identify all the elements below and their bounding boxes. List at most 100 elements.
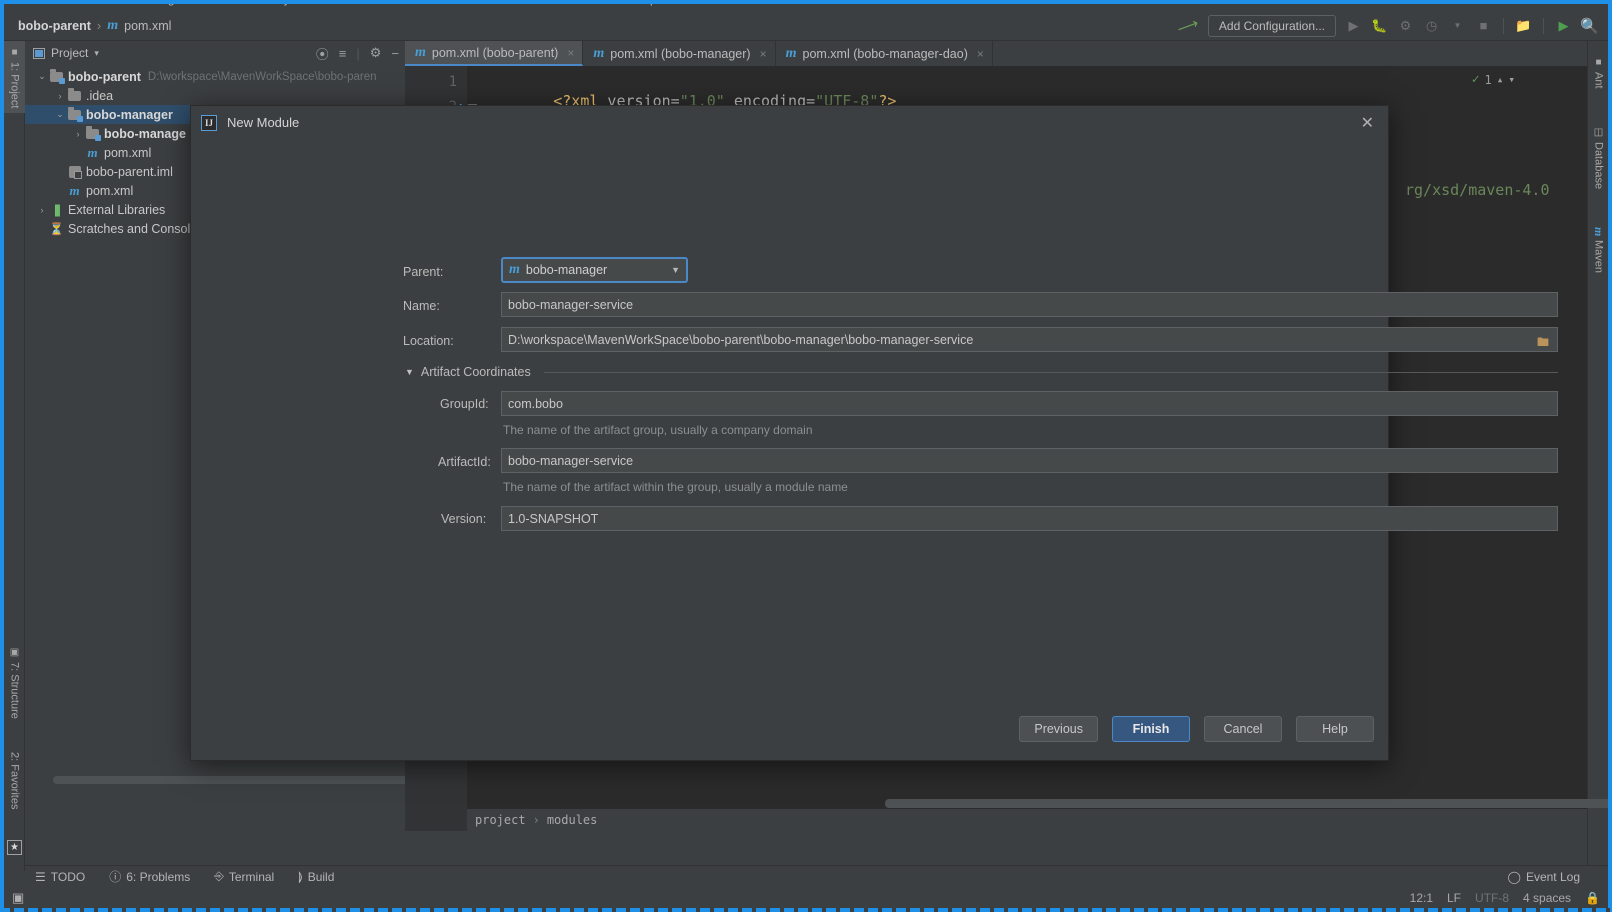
- artifactid-input[interactable]: bobo-manager-service: [501, 448, 1558, 473]
- tree-row-idea[interactable]: › .idea: [25, 86, 405, 105]
- expand-arrow-icon[interactable]: ›: [53, 91, 67, 101]
- name-label: Name:: [403, 299, 440, 313]
- hammer-icon[interactable]: ⟶: [1175, 13, 1201, 37]
- sidebar-item-structure[interactable]: ▣ 7: Structure: [4, 641, 25, 736]
- right-tool-strip: ■ Ant ◫ Database m Maven: [1587, 41, 1608, 871]
- sidebar-item-project[interactable]: ■ 1: Project: [4, 41, 25, 113]
- tree-label: bobo-parent: [68, 69, 141, 84]
- expand-arrow-icon[interactable]: ⌄: [53, 109, 67, 120]
- toolwindow-problems[interactable]: ⓘ 6: Problems: [109, 868, 190, 885]
- file-encoding[interactable]: UTF-8: [1475, 891, 1509, 905]
- cancel-button[interactable]: Cancel: [1204, 716, 1282, 742]
- project-structure-icon[interactable]: 📁: [1515, 17, 1532, 34]
- left-tool-strip: ■ 1: Project ▣ 7: Structure 2: Favorites…: [4, 41, 25, 871]
- toolwindow-build[interactable]: ⟭ Build: [298, 869, 334, 884]
- artifact-coordinates-section[interactable]: ▼ Artifact Coordinates: [405, 365, 1558, 379]
- hide-icon[interactable]: −: [391, 46, 399, 61]
- project-panel-hscrollbar[interactable]: [53, 776, 428, 784]
- folder-browse-icon[interactable]: 🖿: [1537, 333, 1549, 354]
- help-button[interactable]: Help: [1296, 716, 1374, 742]
- chevron-down-icon[interactable]: ▾: [1508, 73, 1515, 86]
- chevron-down-icon[interactable]: ▾: [94, 48, 99, 59]
- expand-arrow-icon[interactable]: ›: [35, 205, 49, 215]
- tree-row-bobo-parent[interactable]: ⌄ bobo-parent D:\workspace\MavenWorkSpac…: [25, 67, 405, 86]
- dialog-close-button[interactable]: ✕: [1361, 116, 1374, 132]
- tree-path: D:\workspace\MavenWorkSpace\bobo-paren: [147, 70, 377, 83]
- chevron-down-icon[interactable]: ▼: [671, 265, 680, 275]
- groupid-input-value: com.bobo: [508, 396, 563, 411]
- version-input-value: 1.0-SNAPSHOT: [508, 511, 599, 526]
- toolwindow-todo[interactable]: ☰ TODO: [35, 870, 85, 884]
- maven-m-icon: m: [785, 45, 797, 61]
- stop-icon[interactable]: ■: [1475, 17, 1492, 34]
- sidebar-item-ant[interactable]: ■ Ant: [1588, 51, 1609, 103]
- chevron-up-icon[interactable]: ▴: [1497, 73, 1504, 86]
- indent-setting[interactable]: 4 spaces: [1523, 891, 1571, 905]
- problems-icon: ⓘ: [109, 870, 122, 884]
- close-icon[interactable]: ×: [977, 47, 984, 61]
- name-input[interactable]: bobo-manager-service: [501, 292, 1558, 317]
- parent-select[interactable]: m bobo-manager ▼: [501, 257, 688, 283]
- groupid-input[interactable]: com.bobo: [501, 391, 1558, 416]
- location-input[interactable]: D:\workspace\MavenWorkSpace\bobo-parent\…: [501, 327, 1558, 352]
- update-project-icon[interactable]: ▶: [1555, 17, 1572, 34]
- debug-icon[interactable]: 🐛: [1371, 17, 1388, 34]
- finish-button[interactable]: Finish: [1112, 716, 1190, 742]
- expand-arrow-icon[interactable]: ›: [71, 129, 85, 139]
- toolwindow-todo-label: TODO: [50, 869, 86, 884]
- maven-m-icon: m: [107, 17, 119, 33]
- new-module-dialog: IJ New Module ✕ Parent: m bobo-manager ▼…: [190, 105, 1558, 761]
- caret-position[interactable]: 12:1: [1410, 891, 1433, 905]
- editor-hscrollbar[interactable]: [885, 799, 1612, 808]
- show-toolwindow-bars-icon[interactable]: ▣: [12, 890, 24, 906]
- module-folder-icon: [49, 69, 65, 85]
- location-label: Location:: [403, 334, 454, 348]
- project-panel-title[interactable]: Project: [51, 46, 88, 60]
- tab-pom-bobo-parent[interactable]: m pom.xml (bobo-parent) ×: [405, 41, 584, 66]
- run-icon[interactable]: ▶: [1345, 17, 1362, 34]
- dialog-title-bar: IJ New Module: [191, 106, 1388, 139]
- lock-icon[interactable]: 🔒: [1585, 891, 1600, 905]
- window-focus-frame-right: [1608, 0, 1612, 912]
- breadcrumb-project[interactable]: bobo-parent: [18, 19, 91, 33]
- groupid-label: GroupId:: [440, 397, 489, 411]
- profile-icon[interactable]: ◷: [1423, 17, 1440, 34]
- breadcrumb: bobo-parent › m pom.xml: [4, 18, 171, 34]
- structure-icon: ▣: [9, 647, 20, 658]
- breadcrumb-separator: ›: [96, 18, 102, 33]
- search-everywhere-icon[interactable]: 🔍: [1580, 17, 1599, 35]
- collapse-all-icon[interactable]: ≡: [339, 46, 347, 61]
- add-configuration-button[interactable]: Add Configuration...: [1207, 14, 1336, 37]
- tree-label: .idea: [86, 88, 114, 103]
- locate-icon[interactable]: ⦿: [316, 44, 329, 63]
- tab-pom-bobo-manager[interactable]: m pom.xml (bobo-manager) ×: [583, 41, 776, 66]
- tree-label: pom.xml: [86, 183, 134, 198]
- favorites-star-icon[interactable]: ★: [7, 840, 22, 855]
- tree-label: External Libraries: [68, 202, 166, 217]
- triangle-down-icon[interactable]: ▼: [405, 367, 414, 377]
- chevron-down-icon[interactable]: ▼: [1449, 17, 1466, 34]
- event-log-label: Event Log: [1525, 870, 1580, 884]
- editor-breadcrumb-project[interactable]: project: [475, 813, 526, 827]
- event-log-button[interactable]: ◯ Event Log: [1508, 870, 1580, 884]
- line-number: 1: [448, 74, 457, 90]
- tab-label: pom.xml (bobo-parent): [431, 45, 559, 60]
- sidebar-item-database[interactable]: ◫ Database: [1588, 121, 1609, 211]
- editor-breadcrumb-modules[interactable]: modules: [547, 813, 598, 827]
- close-icon[interactable]: ×: [567, 46, 574, 60]
- expand-arrow-icon[interactable]: ⌄: [35, 71, 49, 82]
- artifactid-input-value: bobo-manager-service: [508, 453, 634, 468]
- breadcrumb-file[interactable]: pom.xml: [124, 19, 171, 33]
- sidebar-item-favorites[interactable]: 2: Favorites: [4, 746, 25, 846]
- previous-button[interactable]: Previous: [1019, 716, 1098, 742]
- line-separator[interactable]: LF: [1447, 891, 1461, 905]
- inspection-widget[interactable]: ✓ 1 ▴ ▾: [1472, 72, 1515, 87]
- close-icon[interactable]: ×: [760, 47, 767, 61]
- location-input-value: D:\workspace\MavenWorkSpace\bobo-parent\…: [508, 332, 974, 347]
- tab-pom-bobo-manager-dao[interactable]: m pom.xml (bobo-manager-dao) ×: [776, 41, 993, 66]
- version-input[interactable]: 1.0-SNAPSHOT: [501, 506, 1558, 531]
- sidebar-item-maven[interactable]: m Maven: [1588, 221, 1609, 301]
- settings-gear-icon[interactable]: ⚙: [370, 45, 382, 61]
- toolwindow-terminal[interactable]: ⎆ Terminal: [214, 869, 274, 884]
- run-with-coverage-icon[interactable]: ⚙: [1397, 17, 1414, 34]
